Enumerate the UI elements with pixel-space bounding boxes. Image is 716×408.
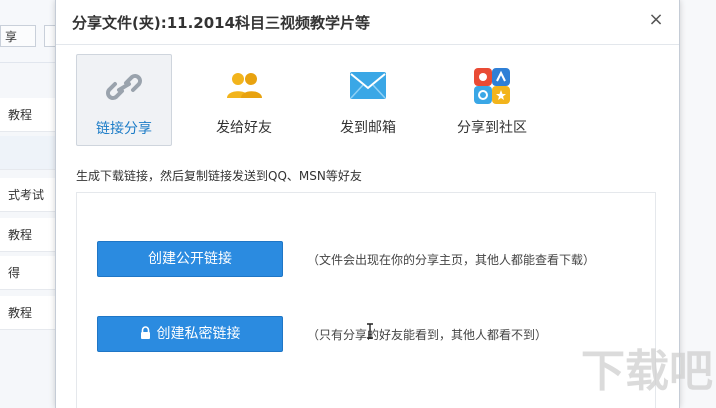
tab-label: 发到邮箱 bbox=[340, 120, 396, 136]
create-private-link-button[interactable]: 创建私密链接 bbox=[97, 316, 283, 352]
share-tabs: 链接分享 发给好友 发到邮箱 分享到社区 bbox=[76, 54, 676, 146]
watermark-logo: 下载吧 bbox=[581, 346, 713, 397]
create-public-link-button[interactable]: 创建公开链接 bbox=[97, 241, 283, 277]
dialog-title: 分享文件(夹):11.2014科目三视频教学片等 bbox=[72, 14, 371, 32]
public-link-description: （文件会出现在你的分享主页，其他人都能查看下载） bbox=[307, 253, 596, 267]
watermark-text: 下载吧 bbox=[581, 346, 713, 397]
button-label: 创建公开链接 bbox=[148, 251, 232, 267]
tab-link-share[interactable]: 链接分享 bbox=[76, 54, 172, 146]
background-row[interactable] bbox=[0, 136, 60, 170]
close-button[interactable]: × bbox=[647, 10, 665, 30]
background-share-button[interactable]: 享 bbox=[0, 25, 36, 47]
link-icon bbox=[106, 74, 142, 100]
background-row[interactable]: 教程 bbox=[0, 98, 60, 132]
background-row[interactable]: 式考试 bbox=[0, 178, 60, 212]
tab-label: 发给好友 bbox=[216, 120, 272, 136]
tab-send-to-mail[interactable]: 发到邮箱 bbox=[320, 54, 416, 146]
dialog-header: 分享文件(夹):11.2014科目三视频教学片等 × bbox=[56, 0, 679, 45]
friends-icon bbox=[227, 73, 262, 98]
mail-icon bbox=[350, 72, 386, 99]
tab-label: 分享到社区 bbox=[457, 120, 527, 136]
background-row[interactable]: 教程 bbox=[0, 296, 60, 330]
tab-share-to-community[interactable]: 分享到社区 bbox=[444, 54, 540, 146]
tab-label: 链接分享 bbox=[96, 121, 152, 137]
community-icon bbox=[474, 68, 510, 104]
link-options-panel: 创建公开链接 （文件会出现在你的分享主页，其他人都能查看下载） 创建私密链接 （… bbox=[76, 192, 656, 408]
background-row[interactable]: 教程 bbox=[0, 218, 60, 252]
lock-icon bbox=[140, 326, 150, 339]
text-cursor-icon bbox=[367, 323, 373, 339]
private-link-description: （只有分享的好友能看到，其他人都看不到） bbox=[307, 328, 548, 342]
share-hint-text: 生成下载链接，然后复制链接发送到QQ、MSN等好友 bbox=[76, 169, 362, 183]
tab-send-to-friends[interactable]: 发给好友 bbox=[196, 54, 292, 146]
background-row[interactable]: 得 bbox=[0, 256, 60, 290]
button-label: 创建私密链接 bbox=[156, 326, 241, 342]
